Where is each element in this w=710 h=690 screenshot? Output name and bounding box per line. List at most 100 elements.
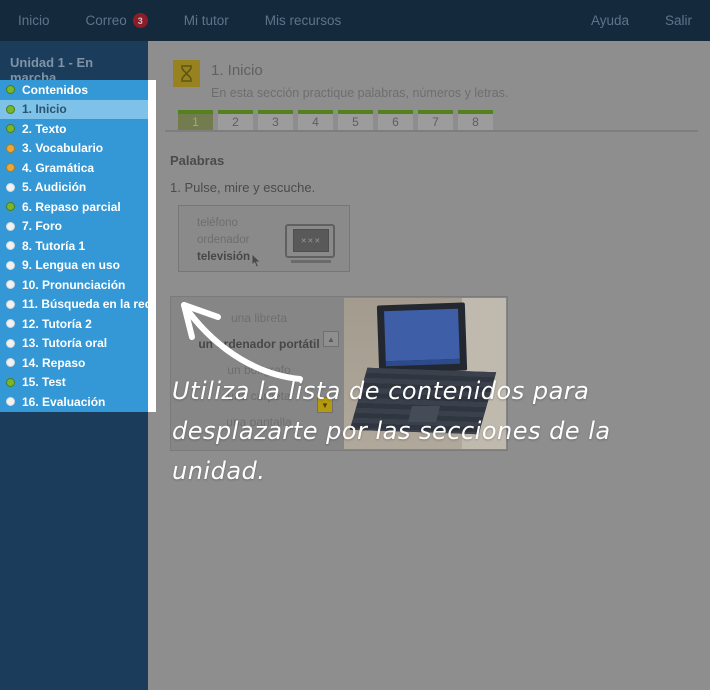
sidebar-item-vocabulario[interactable]: 3. Vocabulario [0, 139, 148, 159]
status-bullet [6, 85, 15, 94]
word-list-1: teléfono ordenador televisión [197, 217, 250, 263]
nav-correo[interactable]: Correo 3 [68, 0, 166, 41]
status-bullet [6, 339, 15, 348]
contents-menu: Contenidos 1. Inicio 2. Texto 3. Vocabul… [0, 80, 148, 412]
sidebar-item-foro[interactable]: 7. Foro [0, 217, 148, 237]
tab-page-6[interactable]: 6 [378, 110, 413, 130]
scroll-up-button[interactable]: ▲ [323, 331, 339, 347]
nav-inicio-label: Inicio [18, 13, 50, 28]
sidebar-item-label: 1. Inicio [22, 102, 67, 116]
tab-page-1[interactable]: 1 [178, 110, 213, 130]
mouse-cursor-icon [251, 254, 262, 273]
nav-inicio[interactable]: Inicio [0, 0, 68, 41]
sidebar-item-label: 3. Vocabulario [22, 141, 103, 155]
sidebar-item-audicion[interactable]: 5. Audición [0, 178, 148, 198]
sidebar-item-label: 2. Texto [22, 122, 66, 136]
tabs-divider [165, 130, 698, 132]
status-bullet [6, 358, 15, 367]
status-bullet [6, 163, 15, 172]
sidebar-item-gramatica[interactable]: 4. Gramática [0, 158, 148, 178]
nav-salir[interactable]: Salir [647, 0, 710, 41]
status-bullet [6, 144, 15, 153]
word-una-libreta[interactable]: una libreta [231, 311, 287, 325]
sidebar: Unidad 1 - En marcha Contenidos 1. Inici… [0, 41, 148, 690]
status-bullet [6, 202, 15, 211]
sidebar-item-label: 15. Test [22, 375, 66, 389]
nav-ayuda[interactable]: Ayuda [573, 0, 647, 41]
sidebar-item-label: 16. Evaluación [22, 395, 105, 409]
tv-illustration: ✕✕✕ [285, 224, 335, 258]
status-bullet [6, 319, 15, 328]
sidebar-item-test[interactable]: 15. Test [0, 373, 148, 393]
tab-page-7[interactable]: 7 [418, 110, 453, 130]
nav-correo-label: Correo [86, 13, 127, 28]
sidebar-item-tutoria-1[interactable]: 8. Tutoría 1 [0, 236, 148, 256]
word-ordenador[interactable]: ordenador [197, 234, 250, 246]
sidebar-item-label: 9. Lengua en uso [22, 258, 120, 272]
nav-salir-label: Salir [665, 13, 692, 28]
sidebar-item-label: 7. Foro [22, 219, 62, 233]
sidebar-item-label: Contenidos [22, 83, 88, 97]
tab-page-5[interactable]: 5 [338, 110, 373, 130]
tv-base [291, 260, 331, 263]
nav-mis-recursos[interactable]: Mis recursos [247, 0, 360, 41]
sidebar-item-repaso-parcial[interactable]: 6. Repaso parcial [0, 197, 148, 217]
top-navigation: Inicio Correo 3 Mi tutor Mis recursos Ay… [0, 0, 710, 41]
word-exercise-box-1: teléfono ordenador televisión ✕✕✕ [178, 205, 350, 272]
sidebar-item-busqueda-en-la-red[interactable]: 11. Búsqueda en la red [0, 295, 148, 315]
status-bullet [6, 183, 15, 192]
tutorial-hint-line-2: desplazarte por las secciones de la unid… [172, 411, 710, 491]
nav-ayuda-label: Ayuda [591, 13, 629, 28]
sidebar-item-inicio[interactable]: 1. Inicio [0, 100, 148, 120]
tab-page-2[interactable]: 2 [218, 110, 253, 130]
section-header-text: 1. Inicio En esta sección practique pala… [211, 60, 508, 100]
laptop-screen [377, 302, 467, 373]
sidebar-item-label: 10. Pronunciación [22, 278, 125, 292]
sidebar-item-label: 12. Tutoría 2 [22, 317, 92, 331]
word-television[interactable]: televisión [197, 251, 250, 263]
status-bullet [6, 261, 15, 270]
section-subtitle: En esta sección practique palabras, núme… [211, 86, 508, 100]
tab-page-3[interactable]: 3 [258, 110, 293, 130]
tv-screen: ✕✕✕ [293, 229, 329, 252]
status-bullet [6, 397, 15, 406]
status-bullet [6, 241, 15, 250]
status-bullet [6, 280, 15, 289]
tab-page-4[interactable]: 4 [298, 110, 333, 130]
word-telefono[interactable]: teléfono [197, 217, 250, 229]
page-tabs: 1 2 3 4 5 6 7 8 [178, 110, 493, 130]
sidebar-item-lengua-en-uso[interactable]: 9. Lengua en uso [0, 256, 148, 276]
status-bullet [6, 300, 15, 309]
arrow-up-icon: ▲ [327, 335, 335, 344]
status-bullet [6, 105, 15, 114]
tutorial-hint-text: Utiliza la lista de contenidos para desp… [172, 371, 710, 491]
sidebar-item-label: 6. Repaso parcial [22, 200, 121, 214]
status-bullet [6, 222, 15, 231]
sidebar-item-tutoria-2[interactable]: 12. Tutoría 2 [0, 314, 148, 334]
hourglass-icon [173, 60, 200, 87]
sidebar-item-label: 8. Tutoría 1 [22, 239, 85, 253]
sidebar-item-evaluacion[interactable]: 16. Evaluación [0, 392, 148, 412]
tab-page-8[interactable]: 8 [458, 110, 493, 130]
nav-mi-tutor-label: Mi tutor [184, 13, 229, 28]
sidebar-item-texto[interactable]: 2. Texto [0, 119, 148, 139]
main-content: 1. Inicio En esta sección practique pala… [148, 41, 710, 690]
sidebar-item-label: 13. Tutoría oral [22, 336, 107, 350]
word-un-ordenador-portatil[interactable]: un ordenador portátil [198, 337, 319, 351]
tutorial-hint-line-1: Utiliza la lista de contenidos para [172, 371, 710, 411]
section-title: 1. Inicio [211, 60, 508, 79]
sidebar-item-label: 14. Repaso [22, 356, 85, 370]
status-bullet [6, 124, 15, 133]
mail-count-badge: 3 [133, 13, 148, 28]
sidebar-item-contenidos[interactable]: Contenidos [0, 80, 148, 100]
sidebar-item-label: 11. Búsqueda en la red [22, 297, 152, 311]
exercise-instruction: 1. Pulse, mire y escuche. [170, 180, 315, 195]
laptop-display [384, 309, 460, 362]
nav-mi-tutor[interactable]: Mi tutor [166, 0, 247, 41]
nav-mis-recursos-label: Mis recursos [265, 13, 342, 28]
sidebar-item-tutoria-oral[interactable]: 13. Tutoría oral [0, 334, 148, 354]
sidebar-item-label: 5. Audición [22, 180, 86, 194]
section-header: 1. Inicio En esta sección practique pala… [173, 60, 508, 100]
sidebar-item-pronunciacion[interactable]: 10. Pronunciación [0, 275, 148, 295]
sidebar-item-repaso[interactable]: 14. Repaso [0, 353, 148, 373]
